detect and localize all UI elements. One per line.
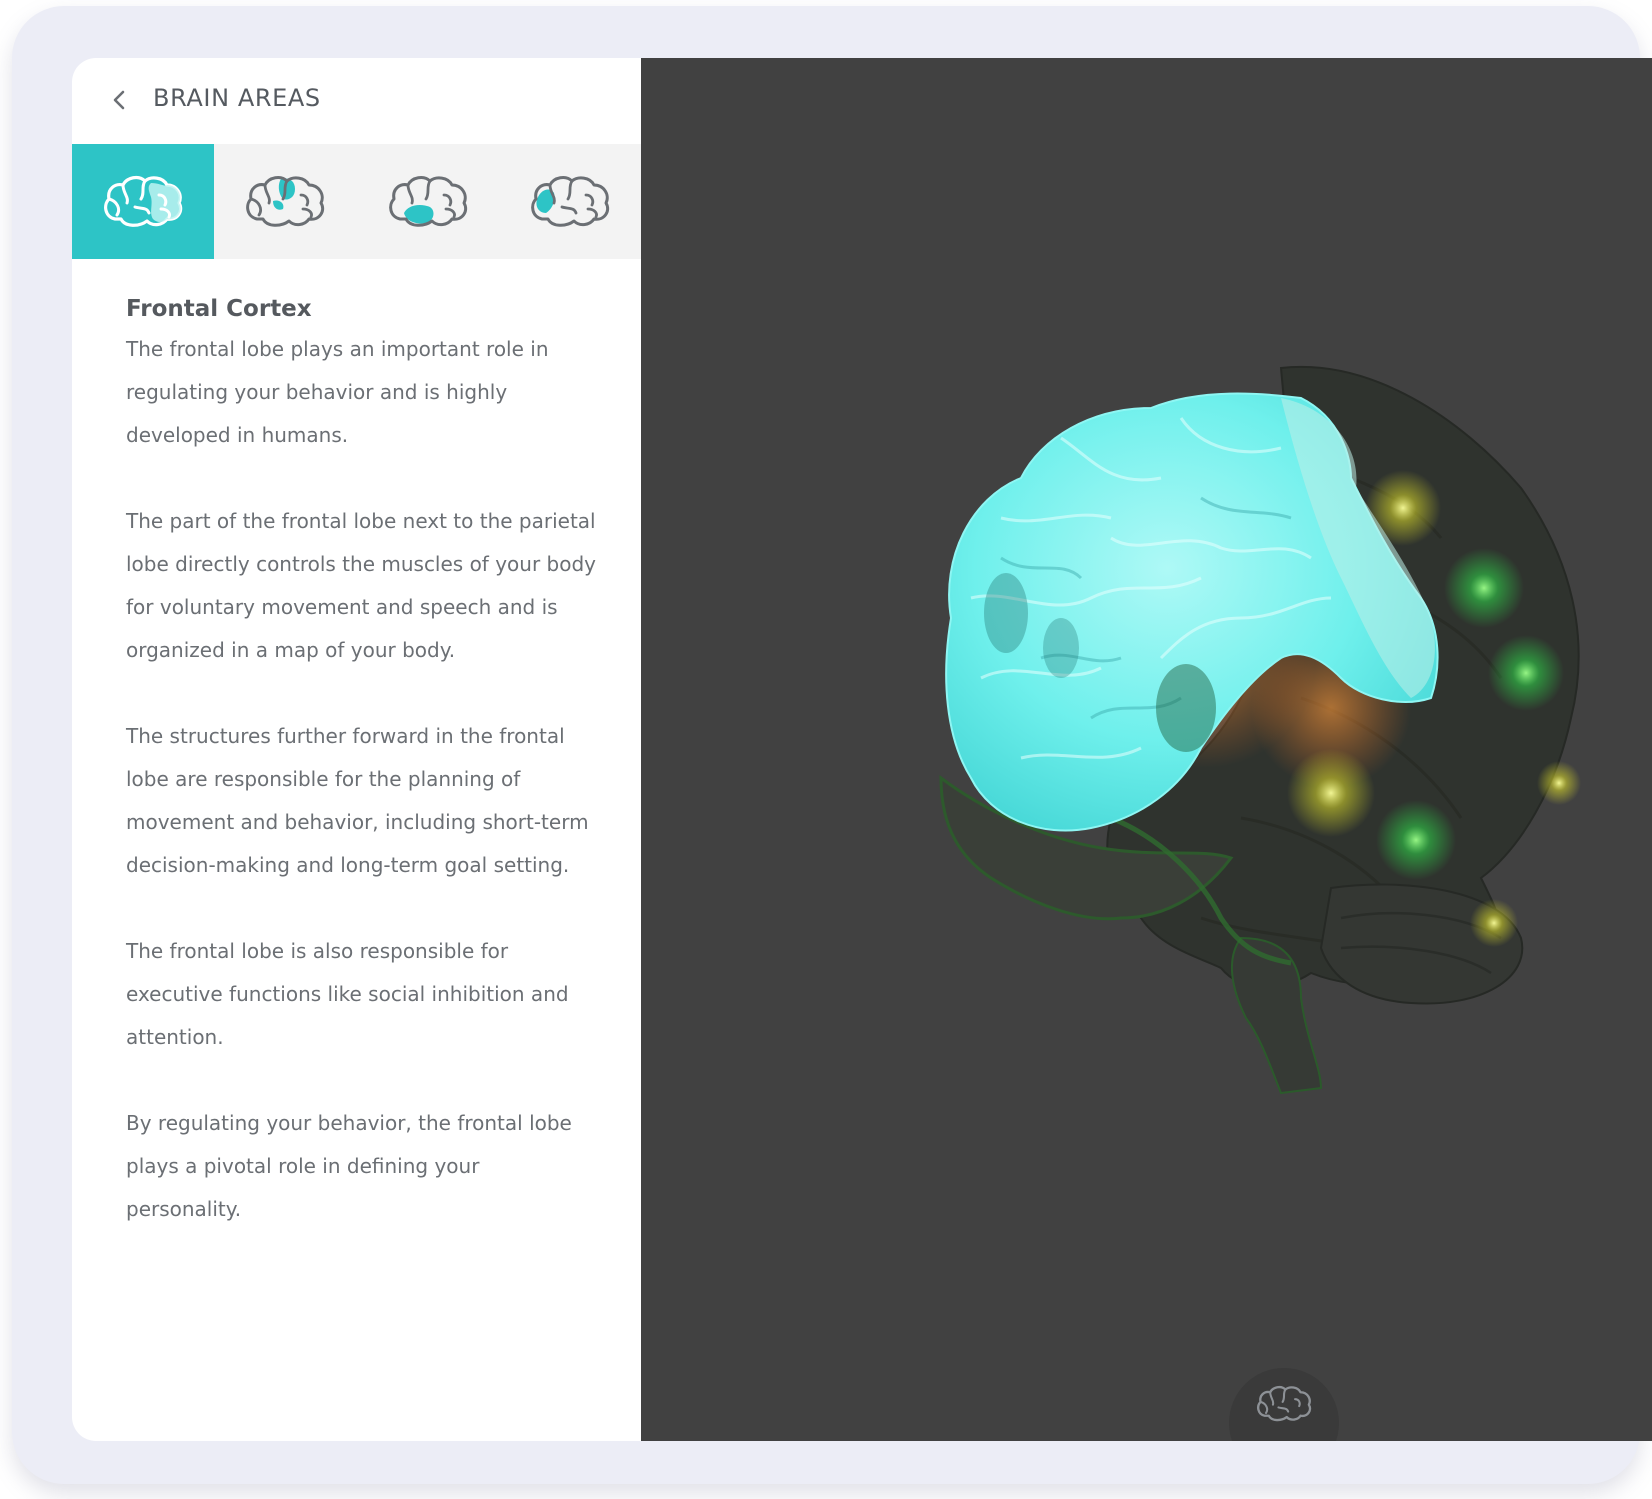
chevron-left-icon (113, 90, 125, 110)
tab-frontal[interactable] (72, 144, 215, 259)
area-title: Frontal Cortex (126, 296, 312, 322)
device-frame: BRAIN AREAS Frontal Cortex The frontal l… (12, 6, 1652, 1484)
brain-area-tabs (72, 144, 641, 259)
tab-temporal[interactable] (357, 144, 499, 259)
panel-title: BRAIN AREAS (153, 84, 321, 112)
description-paragraph: By regulating your behavior, the frontal… (126, 1111, 572, 1221)
info-panel: BRAIN AREAS Frontal Cortex The frontal l… (72, 58, 641, 1441)
brain-3d-viewer[interactable] (641, 58, 1652, 1441)
brain-icon (1257, 1385, 1312, 1422)
description-paragraph: The frontal lobe is also responsible for… (126, 939, 569, 1049)
tab-parietal[interactable] (214, 144, 356, 259)
description-paragraph: The structures further forward in the fr… (126, 724, 589, 877)
area-description: Frontal Cortex The frontal lobe plays an… (126, 296, 596, 1274)
back-button[interactable] (100, 80, 140, 120)
description-paragraph: The frontal lobe plays an important role… (126, 337, 549, 447)
tab-occipital[interactable] (499, 144, 641, 259)
description-paragraph: The part of the frontal lobe next to the… (126, 509, 596, 662)
brain-occipital-icon (531, 175, 610, 227)
app-screen: BRAIN AREAS Frontal Cortex The frontal l… (72, 58, 1652, 1441)
brain-model[interactable] (641, 58, 1652, 1441)
brain-temporal-icon (388, 175, 467, 227)
brain-frontal-icon (104, 175, 183, 227)
panel-header: BRAIN AREAS (72, 58, 641, 144)
brain-parietal-icon (246, 175, 325, 227)
